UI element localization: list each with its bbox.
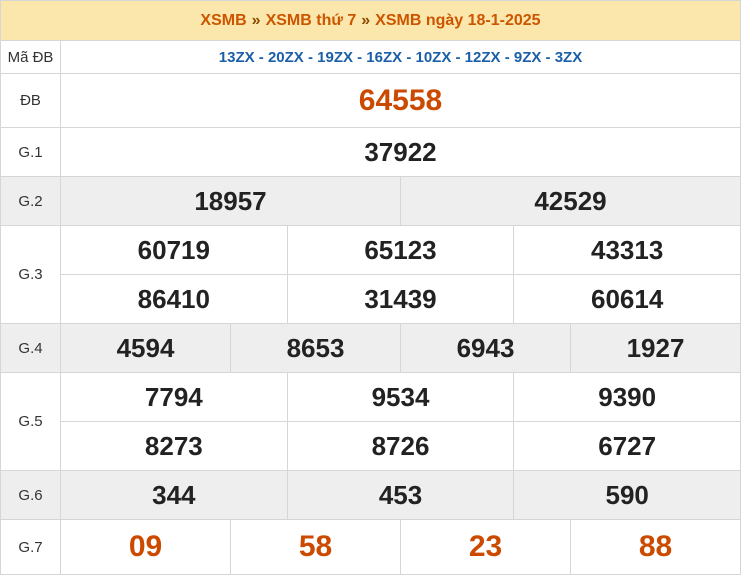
breadcrumb: XSMB » XSMB thứ 7 » XSMB ngày 18-1-2025 (1, 1, 740, 41)
row-g2: G.2 18957 42529 (1, 177, 740, 226)
prize-g3: 65123 (286, 226, 514, 274)
row-label: G.5 (1, 373, 61, 470)
prize-g7: 58 (230, 520, 400, 574)
row-g5: G.5 7794 9534 9390 8273 8726 6727 (1, 373, 740, 471)
prize-g5: 9534 (286, 373, 514, 421)
crumb-xsmb[interactable]: XSMB (200, 12, 246, 30)
prize-g5: 6727 (513, 422, 740, 470)
row-ma-db: Mã ĐB 13ZX - 20ZX - 19ZX - 16ZX - 10ZX -… (1, 41, 740, 74)
prize-g7: 23 (400, 520, 570, 574)
results-table: XSMB » XSMB thứ 7 » XSMB ngày 18-1-2025 … (0, 0, 741, 575)
row-label: G.4 (1, 324, 61, 372)
special-code-list: 13ZX - 20ZX - 19ZX - 16ZX - 10ZX - 12ZX … (218, 48, 583, 66)
crumb-xsmb-thu-7[interactable]: XSMB thứ 7 (266, 12, 357, 30)
prize-g5: 7794 (144, 381, 203, 412)
breadcrumb-separator: » (251, 11, 261, 29)
row-g3: G.3 60719 65123 43313 86410 31439 60614 (1, 226, 740, 324)
row-g1: G.1 37922 (1, 128, 740, 177)
prize-g4: 4594 (116, 332, 175, 363)
breadcrumb-separator: » (361, 11, 371, 29)
row-label: G.7 (1, 520, 61, 574)
row-g4: G.4 4594 8653 6943 1927 (1, 324, 740, 373)
prize-special: 64558 (358, 83, 443, 117)
crumb-xsmb-date[interactable]: XSMB ngày 18-1-2025 (375, 12, 540, 30)
prize-g2: 18957 (194, 185, 267, 216)
prize-g3: 86410 (137, 283, 210, 314)
prize-g7: 88 (570, 520, 740, 574)
row-label: Mã ĐB (1, 41, 61, 73)
prize-g6: 590 (513, 471, 740, 519)
row-label: G.1 (1, 128, 61, 176)
prize-g6: 453 (286, 471, 514, 519)
row-label: G.2 (1, 177, 61, 225)
prize-g3: 31439 (286, 275, 514, 323)
prize-g3: 43313 (513, 226, 740, 274)
row-g7: G.7 09 58 23 88 (1, 520, 740, 574)
prize-g1: 37922 (364, 136, 437, 167)
prize-g6: 344 (152, 479, 196, 510)
row-label: G.6 (1, 471, 61, 519)
row-label: ĐB (1, 74, 61, 127)
prize-g7: 09 (128, 530, 163, 563)
prize-g4: 6943 (400, 324, 570, 372)
prize-g5: 8726 (286, 422, 514, 470)
row-label: G.3 (1, 226, 61, 323)
prize-g4: 8653 (230, 324, 400, 372)
row-g6: G.6 344 453 590 (1, 471, 740, 520)
prize-g5: 8273 (144, 430, 203, 461)
prize-g2: 42529 (400, 177, 740, 225)
prize-g5: 9390 (513, 373, 740, 421)
row-dac-biet: ĐB 64558 (1, 74, 740, 128)
prize-g3: 60614 (513, 275, 740, 323)
prize-g3: 60719 (137, 234, 210, 265)
prize-g4: 1927 (570, 324, 740, 372)
